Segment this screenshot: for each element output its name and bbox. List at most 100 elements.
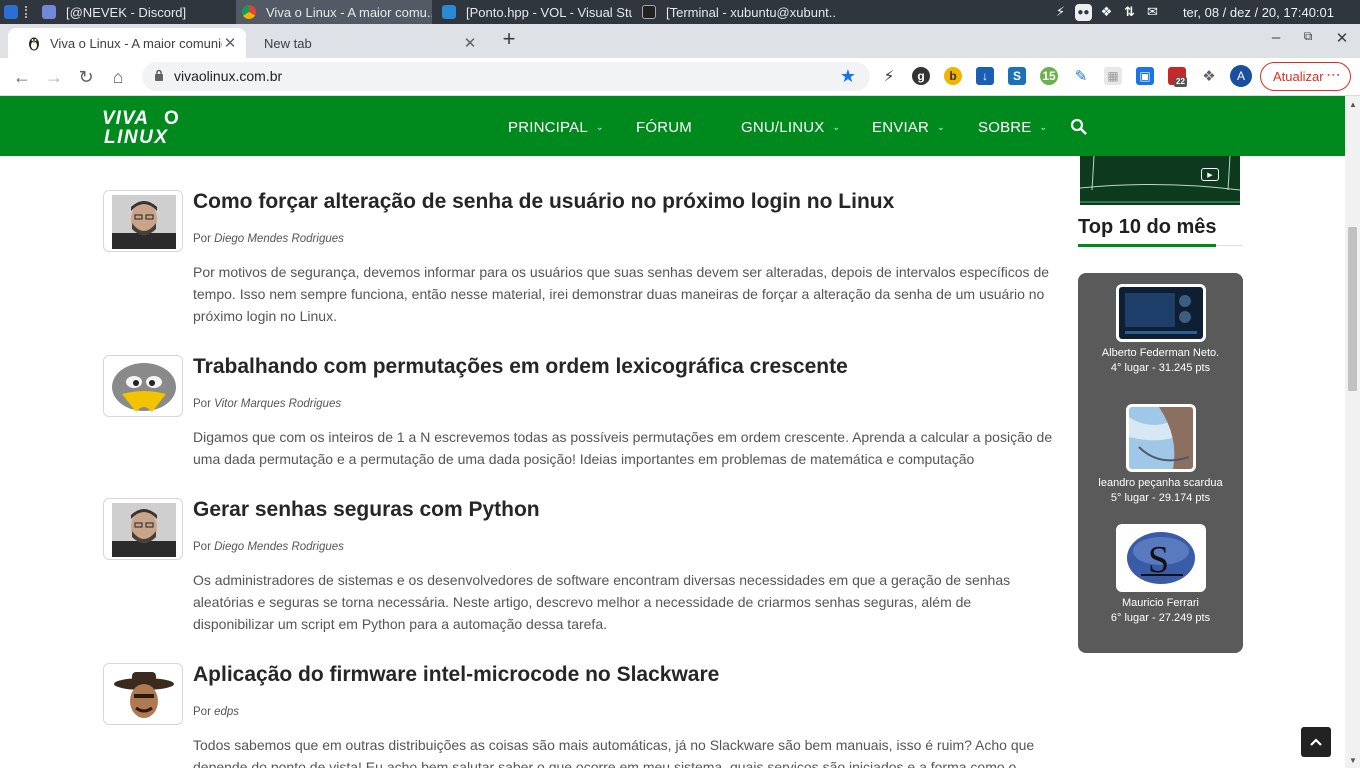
close-window-icon[interactable]: ✕ (1332, 29, 1352, 47)
user-name-link[interactable]: Mauricio Ferrari (1078, 596, 1243, 611)
article-byline: Por Vitor Marques Rodrigues (193, 398, 342, 410)
article-title-link[interactable]: Como forçar alteração de senha de usuári… (193, 190, 894, 214)
author-link[interactable]: Diego Mendes Rodrigues (214, 541, 344, 553)
user-score: 5° lugar - 29.174 pts (1110, 492, 1211, 504)
author-avatar[interactable] (103, 498, 183, 560)
author-link[interactable]: Vitor Marques Rodrigues (214, 398, 341, 410)
taskbar-window-terminal[interactable]: [Terminal - xubuntu@xubunt... (636, 0, 836, 24)
menu-label: FÓRUM (636, 119, 692, 136)
article-title-link[interactable]: Trabalhando com permutações em ordem lex… (193, 355, 848, 379)
messenger-tray-icon[interactable]: ⚡ (1052, 4, 1069, 21)
home-icon[interactable]: ⌂ (106, 65, 130, 89)
taskbar-window-vscode[interactable]: [Ponto.hpp - VOL - Visual Stu... (436, 0, 632, 24)
back-to-top-button[interactable] (1301, 727, 1331, 757)
taskbar-window-chrome[interactable]: Viva o Linux - A maior comu... (236, 0, 432, 24)
top10-entry[interactable]: Alberto Federman Neto. 4° lugar - 31.245… (1078, 284, 1243, 376)
taskbar-window-discord[interactable]: [@NEVEK - Discord] (36, 0, 234, 24)
close-icon[interactable]: ✕ (222, 35, 238, 52)
svg-text:VIVA: VIVA (102, 108, 149, 129)
extensions-puzzle-icon[interactable]: ❖ (1200, 67, 1218, 85)
author-link[interactable]: Diego Mendes Rodrigues (214, 233, 344, 245)
scroll-up-icon[interactable]: ▲ (1349, 100, 1357, 109)
user-avatar[interactable] (1125, 404, 1196, 472)
tab-vivaolinux[interactable]: Viva o Linux - A maior comunida ✕ (8, 28, 246, 58)
video-thumbnail[interactable]: ▶ (1080, 156, 1240, 205)
tab-new-tab[interactable]: New tab ✕ (246, 28, 486, 58)
play-icon[interactable]: ▶ (1201, 168, 1219, 181)
tab-title: New tab (264, 35, 312, 51)
discord-tray-icon[interactable]: ●● (1074, 3, 1092, 21)
user-avatar[interactable] (1115, 284, 1206, 342)
search-icon[interactable] (1070, 118, 1088, 136)
extension-pen-icon[interactable]: ✎ (1072, 67, 1090, 85)
vivaolinux-logo[interactable]: VIVA O LINUX (100, 106, 190, 146)
lock-icon (155, 69, 163, 81)
profile-avatar[interactable]: A (1230, 65, 1252, 87)
menu-principal[interactable]: PRINCIPAL ⌄ (508, 119, 604, 136)
menu-enviar[interactable]: ENVIAR ⌄ (872, 119, 945, 136)
top10-panel: Alberto Federman Neto. 4° lugar - 31.245… (1078, 273, 1243, 653)
url-text: vivaolinux.com.br (174, 68, 283, 84)
author-avatar[interactable] (103, 663, 183, 725)
menu-dots-icon: ⋮ (1326, 68, 1342, 81)
extension-lightning-icon[interactable]: ⚡ (880, 67, 898, 85)
minimize-icon[interactable]: – (1266, 29, 1286, 46)
back-icon[interactable]: ← (10, 65, 34, 89)
tab-title: Viva o Linux - A maior comunida (50, 35, 222, 51)
menu-label: GNU/LINUX (741, 119, 825, 136)
new-tab-button[interactable]: + (499, 28, 519, 50)
user-name-link[interactable]: Alberto Federman Neto. (1078, 346, 1243, 361)
whisker-menu-icon[interactable] (4, 5, 18, 19)
update-button[interactable]: Atualizar ⋮ (1260, 62, 1351, 91)
taskbar-launchers (0, 0, 37, 24)
clock[interactable]: ter, 08 / dez / 20, 17:40:01 (1183, 5, 1334, 20)
chrome-icon (242, 5, 256, 19)
extension-gnome-icon[interactable]: g (912, 67, 930, 85)
svg-text:LINUX: LINUX (104, 127, 169, 146)
scroll-down-icon[interactable]: ▼ (1349, 756, 1357, 765)
terminal-icon (642, 5, 656, 19)
user-name-link[interactable]: leandro peçanha scardua (1078, 476, 1243, 491)
browser-toolbar: ← → ↻ ⌂ vivaolinux.com.br ★ ⚡ g b ↓ S 15… (0, 58, 1360, 96)
extension-window-icon[interactable]: ▣ (1136, 67, 1154, 85)
reload-icon[interactable]: ↻ (74, 65, 98, 89)
network-tray-icon[interactable]: ⇅ (1121, 4, 1138, 21)
menu-sobre[interactable]: SOBRE ⌄ (978, 119, 1047, 136)
extension-download-icon[interactable]: ↓ (976, 67, 994, 85)
address-bar[interactable]: vivaolinux.com.br ★ (142, 62, 870, 91)
extension-screenshot-icon[interactable]: S (1008, 67, 1026, 85)
dropbox-tray-icon[interactable]: ❖ (1098, 4, 1115, 21)
article-summary: Por motivos de segurança, devemos inform… (193, 264, 1050, 324)
page-scrollbar[interactable]: ▲ ▼ (1345, 96, 1360, 768)
mail-tray-icon[interactable]: ✉ (1144, 4, 1161, 21)
menu-label: PRINCIPAL (508, 119, 588, 136)
article-summary: Digamos que com os inteiros de 1 a N esc… (193, 429, 1053, 467)
article-title-link[interactable]: Gerar senhas seguras com Python (193, 498, 540, 522)
close-icon[interactable]: ✕ (462, 35, 478, 52)
forward-icon[interactable]: → (42, 65, 66, 89)
chevron-up-icon (1310, 738, 1322, 746)
chevron-down-icon: ⌄ (1039, 122, 1048, 132)
bookmark-star-icon[interactable]: ★ (840, 66, 856, 87)
scrollbar-thumb[interactable] (1348, 227, 1357, 391)
extension-shield-icon[interactable]: 22 (1168, 67, 1187, 87)
extension-bee-icon[interactable]: b (944, 67, 962, 85)
update-label: Atualizar (1273, 69, 1324, 84)
page-content: Como forçar alteração de senha de usuári… (0, 156, 1345, 768)
extension-grid-icon[interactable]: ▦ (1104, 67, 1122, 85)
article-title-link[interactable]: Aplicação do firmware intel-microcode no… (193, 663, 719, 687)
author-avatar[interactable] (103, 190, 183, 252)
chevron-down-icon: ⌄ (595, 122, 604, 132)
article-byline: Por Diego Mendes Rodrigues (193, 233, 344, 245)
top10-entry[interactable]: leandro peçanha scardua 5° lugar - 29.17… (1078, 404, 1243, 506)
extension-green-icon[interactable]: 15 (1040, 67, 1058, 85)
top10-entry[interactable]: S Mauricio Ferrari 6° lugar - 27.249 pts (1078, 524, 1243, 626)
author-link[interactable]: edps (214, 706, 239, 718)
menu-label: ENVIAR (872, 119, 930, 136)
menu-gnu-linux[interactable]: GNU/LINUX ⌄ (741, 119, 840, 136)
author-avatar[interactable] (103, 355, 183, 417)
restore-icon[interactable]: ⧉ (1298, 29, 1318, 44)
article-summary: Todos sabemos que em outras distribuiçõe… (193, 737, 1035, 768)
menu-forum[interactable]: FÓRUM (636, 119, 692, 136)
user-avatar[interactable]: S (1115, 524, 1206, 592)
